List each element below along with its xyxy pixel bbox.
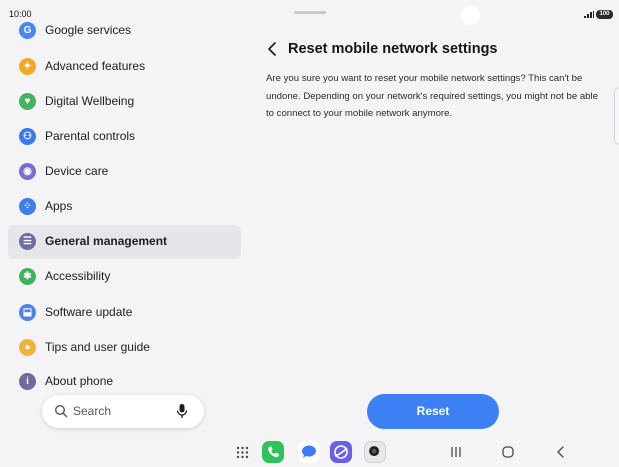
edge-panel-handle[interactable] xyxy=(614,87,619,145)
settings-search-bar[interactable]: Search xyxy=(42,395,204,428)
internet-app-icon[interactable] xyxy=(330,441,352,463)
google-icon: G xyxy=(19,22,36,39)
back-icon[interactable] xyxy=(554,445,568,459)
sidebar-item-label: About phone xyxy=(45,374,114,388)
settings-sidebar: G Google services ✦ Advanced features ♥ … xyxy=(0,14,250,404)
back-arrow-icon[interactable] xyxy=(264,40,280,58)
navigation-bar xyxy=(0,430,619,467)
sidebar-item-parental-controls[interactable]: ⚇ Parental controls xyxy=(8,120,241,154)
sidebar-item-software-update[interactable]: ⬓ Software update xyxy=(8,296,241,330)
sidebar-item-label: Google services xyxy=(45,23,132,37)
signal-icon xyxy=(584,11,594,18)
sidebar-item-google-services[interactable]: G Google services xyxy=(8,14,241,48)
sidebar-item-device-care[interactable]: ◉ Device care xyxy=(8,155,241,189)
sidebar-item-label: Tips and user guide xyxy=(45,340,150,354)
search-icon xyxy=(54,404,68,418)
sidebar-item-label: Software update xyxy=(45,305,133,319)
phone-app-icon[interactable] xyxy=(262,441,284,463)
sidebar-item-label: Parental controls xyxy=(45,129,136,143)
about-phone-icon: i xyxy=(19,373,36,390)
sidebar-item-tips-and-user-guide[interactable]: ● Tips and user guide xyxy=(8,331,241,365)
sidebar-item-label: Apps xyxy=(45,199,73,213)
sidebar-item-label: Advanced features xyxy=(45,59,146,73)
home-icon[interactable] xyxy=(501,445,515,459)
apps-icon: ⁘ xyxy=(19,198,36,215)
messages-app-icon[interactable] xyxy=(298,441,320,463)
sidebar-item-accessibility[interactable]: ✱ Accessibility xyxy=(8,260,241,294)
device-care-icon: ◉ xyxy=(19,163,36,180)
sidebar-item-label: Device care xyxy=(45,164,109,178)
sidebar-item-label: General management xyxy=(45,234,168,248)
detail-pane: Reset mobile network settings Are you su… xyxy=(250,22,619,429)
camera-app-icon[interactable] xyxy=(364,441,386,463)
sidebar-item-label: Digital Wellbeing xyxy=(45,94,135,108)
recent-apps-icon[interactable] xyxy=(449,445,463,459)
sidebar-item-advanced-features[interactable]: ✦ Advanced features xyxy=(8,50,241,84)
sidebar-item-apps[interactable]: ⁘ Apps xyxy=(8,190,241,224)
general-management-icon: ☰ xyxy=(19,233,36,250)
reset-warning-text: Are you sure you want to reset your mobi… xyxy=(266,73,598,119)
window-drag-handle[interactable] xyxy=(294,11,326,14)
search-input[interactable]: Search xyxy=(73,404,111,418)
parental-controls-icon: ⚇ xyxy=(19,128,36,145)
microphone-icon[interactable] xyxy=(176,403,188,419)
sidebar-item-general-management[interactable]: ☰ General management xyxy=(8,225,241,259)
battery-icon: 100 xyxy=(596,10,613,19)
software-update-icon: ⬓ xyxy=(19,304,36,321)
sidebar-item-about-phone[interactable]: i About phone xyxy=(8,365,241,399)
digital-wellbeing-icon: ♥ xyxy=(19,93,36,110)
accessibility-icon: ✱ xyxy=(19,268,36,285)
sidebar-item-digital-wellbeing[interactable]: ♥ Digital Wellbeing xyxy=(8,85,241,119)
sidebar-item-label: Accessibility xyxy=(45,269,111,283)
advanced-features-icon: ✦ xyxy=(19,58,36,75)
page-title: Reset mobile network settings xyxy=(288,41,498,57)
app-drawer-icon[interactable] xyxy=(236,446,249,459)
tips-icon: ● xyxy=(19,339,36,356)
reset-button[interactable]: Reset xyxy=(367,394,499,429)
